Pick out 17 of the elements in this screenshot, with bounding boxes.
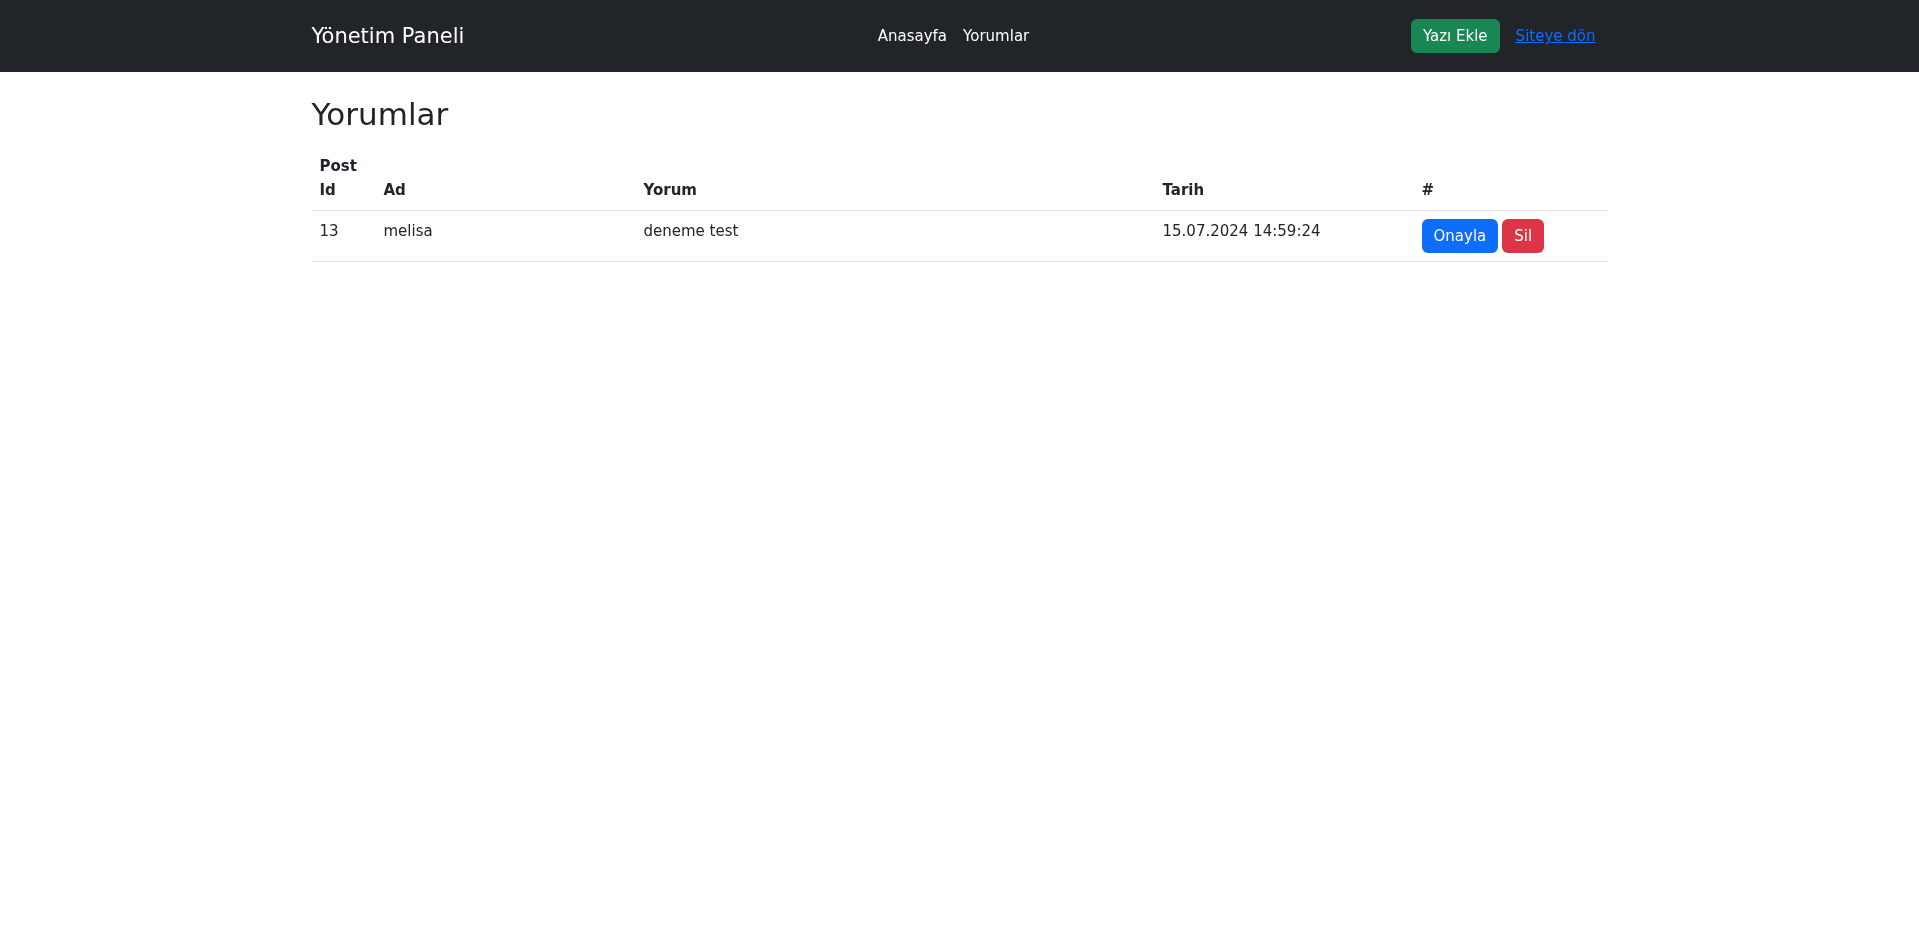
nav-link[interactable]: Yorumlar	[963, 27, 1030, 45]
page-title: Yorumlar	[311, 96, 450, 132]
column-header: Post Id	[319, 156, 358, 201]
column-header: Ad	[383, 180, 406, 201]
add-post-button[interactable]: Yazı Ekle	[1410, 19, 1500, 53]
column-header: Tarih	[1162, 180, 1205, 201]
nav-link[interactable]: Anasayfa	[877, 27, 948, 45]
approve-button[interactable]: Onayla	[1421, 219, 1499, 253]
table-cell: 13	[311, 211, 376, 262]
column-header: Yorum	[643, 180, 697, 201]
brand-title[interactable]: Yönetim Paneli	[311, 24, 740, 48]
table-cell: 15.07.2024 14:59:24	[1154, 211, 1414, 262]
table-cell: melisa	[375, 211, 636, 262]
column-header: #	[1421, 180, 1435, 201]
back-to-site-link[interactable]: Siteye dön	[1515, 27, 1596, 45]
delete-button[interactable]: Sil	[1502, 219, 1545, 253]
table-cell: deneme test	[635, 211, 1155, 262]
